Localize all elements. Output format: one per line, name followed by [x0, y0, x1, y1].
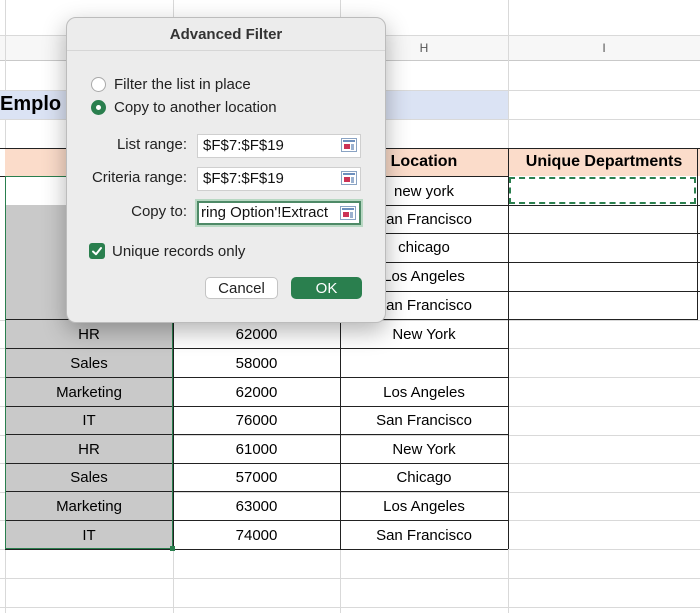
cell-salary-8[interactable]: 62000 [173, 378, 340, 406]
list-range-label: List range: [116, 136, 187, 153]
cell-location-6[interactable]: New York [340, 320, 508, 348]
criteria-range-label: Criteria range: [91, 169, 187, 186]
checkmark-icon [92, 247, 102, 256]
dialog-title: Advanced Filter [169, 26, 283, 43]
cell-salary-12[interactable]: 63000 [173, 492, 340, 520]
advanced-filter-dialog: Advanced Filter Filter the list in place… [66, 17, 386, 323]
column-header-i[interactable]: I [508, 36, 700, 60]
cell-location-7[interactable] [340, 349, 508, 377]
cell-dept-12[interactable]: Marketing [5, 492, 173, 520]
cell-dept-8[interactable]: Marketing [5, 378, 173, 406]
cell-location-11[interactable]: Chicago [340, 464, 508, 491]
cell-dept-9[interactable]: IT [5, 407, 173, 434]
unique-records-label[interactable]: Unique records only [112, 243, 245, 260]
range-picker-icon[interactable] [340, 206, 356, 220]
unique-records-checkbox[interactable] [89, 243, 105, 259]
copy-to-value: ring Option'!Extract [201, 204, 329, 221]
cell-dept-7[interactable]: Sales [5, 349, 173, 377]
cancel-button[interactable]: Cancel [205, 277, 278, 299]
cell-salary-11[interactable]: 57000 [173, 464, 340, 491]
copy-to-target-cell[interactable] [509, 177, 696, 204]
cell-dept-13[interactable]: IT [5, 521, 173, 549]
range-picker-icon[interactable] [341, 171, 357, 185]
cell-salary-10[interactable]: 61000 [173, 435, 340, 463]
copy-to-label: Copy to: [131, 203, 187, 220]
copy-to-location-radio[interactable] [91, 100, 106, 115]
list-range-input[interactable]: $F$7:$F$19 [197, 134, 361, 158]
range-picker-icon[interactable] [341, 138, 357, 152]
cell-location-9[interactable]: San Francisco [340, 407, 508, 434]
criteria-range-input[interactable]: $F$7:$F$19 [197, 167, 361, 191]
cell-dept-11[interactable]: Sales [5, 464, 173, 491]
cell-location-13[interactable]: San Francisco [340, 521, 508, 549]
header-unique-departments[interactable]: Unique Departments [508, 148, 700, 176]
copy-to-location-label[interactable]: Copy to another location [114, 99, 277, 116]
dialog-divider [67, 50, 385, 51]
cell-salary-9[interactable]: 76000 [173, 407, 340, 434]
cell-salary-7[interactable]: 58000 [173, 349, 340, 377]
list-range-value: $F$7:$F$19 [203, 137, 284, 154]
sheet-title: Emplo [0, 93, 62, 115]
cell-dept-10[interactable]: HR [5, 435, 173, 463]
cell-location-10[interactable]: New York [340, 435, 508, 463]
cell-location-12[interactable]: Los Angeles [340, 492, 508, 520]
filter-in-place-label[interactable]: Filter the list in place [114, 76, 251, 93]
copy-to-input[interactable]: ring Option'!Extract [197, 201, 361, 225]
cell-location-8[interactable]: Los Angeles [340, 378, 508, 406]
criteria-range-value: $F$7:$F$19 [203, 170, 284, 187]
cell-salary-13[interactable]: 74000 [173, 521, 340, 549]
cell-dept-6[interactable]: HR [5, 320, 173, 348]
ok-button[interactable]: OK [291, 277, 362, 299]
filter-in-place-radio[interactable] [91, 77, 106, 92]
cell-salary-6[interactable]: 62000 [173, 320, 340, 348]
